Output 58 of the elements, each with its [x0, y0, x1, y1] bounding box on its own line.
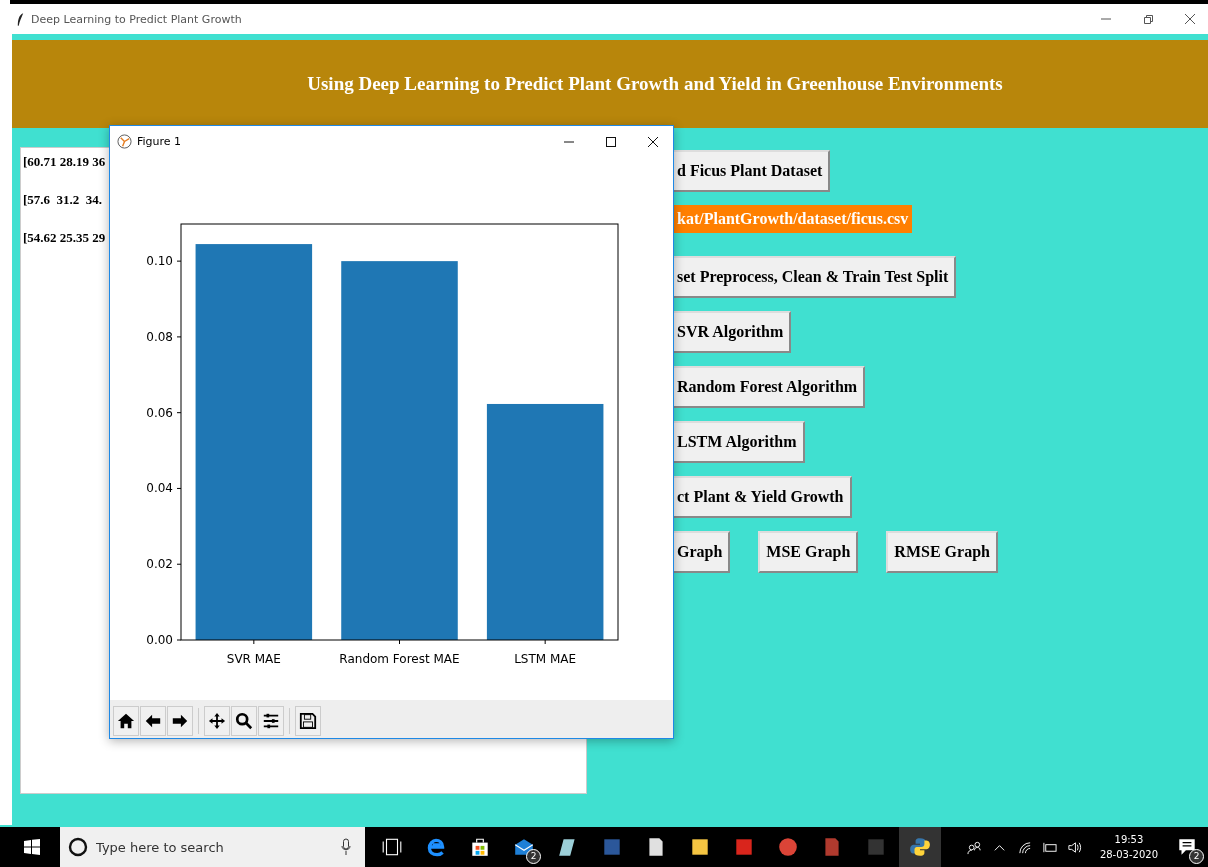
y-tick-label: 0.06 — [146, 405, 173, 420]
action-button[interactable]: LSTM Algorithm — [674, 421, 805, 463]
graph-button[interactable]: MSE Graph — [758, 531, 859, 573]
close-icon[interactable] — [1184, 13, 1196, 25]
start-icon[interactable] — [24, 839, 40, 855]
close-icon[interactable] — [647, 135, 659, 148]
home-icon — [117, 711, 135, 731]
zoom-button[interactable] — [231, 706, 257, 736]
save-button[interactable] — [295, 706, 321, 736]
sliders-icon — [262, 711, 280, 731]
python-icon — [909, 836, 931, 858]
microphone-icon[interactable] — [341, 838, 351, 856]
app-heading: Using Deep Learning to Predict Plant Growth and Yield in Greenhouse Environments — [307, 73, 1003, 95]
action-button[interactable]: set Preprocess, Clean & Train Test Split — [674, 256, 957, 298]
configure-button[interactable] — [258, 706, 284, 736]
output-line: [54.62 25.35 29 — [23, 230, 106, 247]
y-tick-label: 0.02 — [146, 557, 173, 572]
output-line: [60.71 28.19 36 — [23, 154, 106, 171]
people-icon[interactable] — [966, 839, 982, 855]
y-tick-label: 0.10 — [146, 254, 173, 269]
action-button[interactable]: d Ficus Plant Dataset — [674, 150, 831, 192]
graph-button[interactable]: RMSE Graph — [886, 531, 998, 573]
x-tick-label: LSTM MAE — [514, 652, 577, 666]
output-line: [57.6 31.2 34. — [23, 192, 103, 209]
y-tick-label: 0.00 — [146, 633, 173, 647]
x-tick-label: SVR MAE — [226, 652, 281, 666]
notification-count-badge: 2 — [1189, 849, 1204, 864]
window-title: Deep Learning to Predict Plant Growth — [31, 12, 242, 26]
store-icon[interactable] — [469, 836, 491, 858]
y-tick-label: 0.08 — [146, 329, 173, 344]
mail-count-badge: 2 — [526, 849, 541, 864]
move-icon — [208, 711, 226, 731]
restore-icon[interactable] — [1142, 13, 1154, 25]
forward-button[interactable] — [167, 706, 193, 736]
clock-time: 19:53 — [1114, 833, 1144, 847]
cortana-icon — [68, 837, 88, 857]
y-tick-label: 0.04 — [146, 481, 173, 496]
home-button[interactable] — [113, 706, 139, 736]
python-app-button[interactable] — [899, 827, 941, 867]
maximize-icon[interactable] — [605, 135, 617, 148]
clock-date: 28-03-2020 — [1099, 848, 1158, 862]
action-button[interactable]: Random Forest Algorithm — [674, 366, 866, 408]
task-view-icon[interactable] — [381, 836, 403, 858]
x-tick-label: Random Forest MAE — [339, 652, 460, 666]
wifi-icon[interactable] — [1016, 839, 1032, 855]
graph-button[interactable]: Graph — [674, 531, 731, 573]
figure-title: Figure 1 — [137, 135, 182, 148]
back-button[interactable] — [140, 706, 166, 736]
clock[interactable]: 19:53 28-03-2020 — [1099, 832, 1158, 862]
taskbar-search-field[interactable]: Type here to search — [60, 827, 365, 867]
action-button[interactable]: SVR Algorithm — [674, 311, 792, 353]
dataset-path-label: kat/PlantGrowth/dataset/ficus.csv — [674, 205, 913, 233]
pan-button[interactable] — [204, 706, 230, 736]
action-button[interactable]: ct Plant & Yield Growth — [674, 476, 852, 518]
volume-icon[interactable] — [1066, 839, 1082, 855]
magnifier-icon — [235, 711, 253, 731]
browser-icon[interactable] — [425, 836, 447, 858]
feather-icon — [16, 11, 25, 27]
